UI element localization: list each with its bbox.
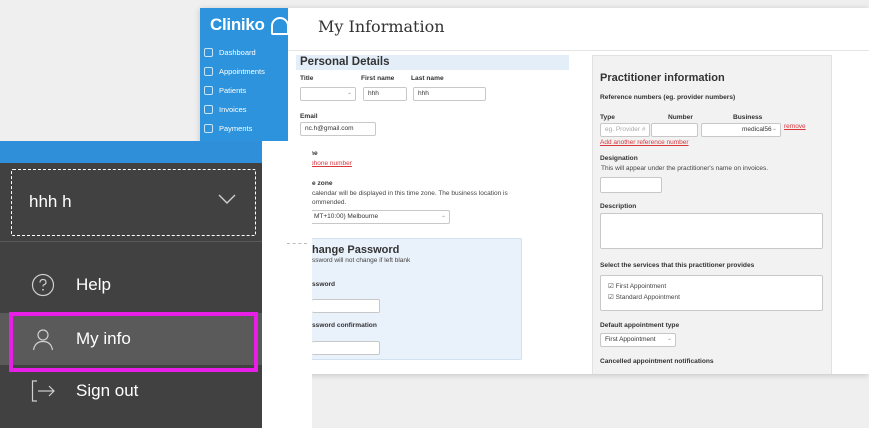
menu-item-help[interactable]: Help xyxy=(0,259,262,311)
chevron-down-icon xyxy=(218,194,236,204)
sidebar-item-appointments[interactable]: Appointments xyxy=(200,62,288,81)
menu-item-my-info[interactable]: My info xyxy=(0,313,262,365)
user-name: hhh h xyxy=(29,192,72,211)
page-title: My Information xyxy=(318,17,445,36)
timezone-select[interactable]: MT+10:00) Melbourne ⌃ xyxy=(310,210,450,224)
services-list: ☑ First Appointment ☑ Standard Appointme… xyxy=(600,275,823,311)
service-checkbox[interactable]: ☑ First Appointment xyxy=(608,282,666,290)
sidebar-item-invoices[interactable]: Invoices xyxy=(200,100,288,119)
invoice-icon xyxy=(204,105,213,114)
default-appointment-select[interactable]: First Appointment ⌃ xyxy=(600,333,676,347)
email-label: Email xyxy=(300,113,318,120)
password-confirm-label: ssword confirmation xyxy=(312,322,377,329)
service-label: First Appointment xyxy=(615,283,667,290)
timezone-label: e zone xyxy=(312,180,333,187)
select-caret-icon: ⌃ xyxy=(771,129,777,135)
logo-icon xyxy=(268,16,289,35)
user-menu-divider xyxy=(0,241,262,242)
sidebar-item-patients[interactable]: Patients xyxy=(200,81,288,100)
business-value: medical56 xyxy=(742,126,772,133)
logo[interactable]: Cliniko xyxy=(210,15,289,35)
business-select[interactable]: medical56 ⌃ xyxy=(701,123,781,137)
add-phone-link[interactable]: phone number xyxy=(310,160,352,167)
reference-type-input[interactable]: eg. Provider # xyxy=(600,123,650,137)
logo-text: Cliniko xyxy=(210,15,265,34)
timezone-help-2: ommended. xyxy=(312,199,347,206)
password-label: ssword xyxy=(312,281,336,288)
timezone-help: calendar will be displayed in this time … xyxy=(312,190,508,197)
description-textarea[interactable] xyxy=(600,213,823,249)
sidebar-item-label: Appointments xyxy=(219,67,265,76)
first-name-label: First name xyxy=(361,75,395,82)
user-menu-header-bar xyxy=(0,141,262,163)
connector-dash xyxy=(287,243,307,244)
title-select[interactable]: ⌃ xyxy=(300,87,356,101)
patients-icon xyxy=(204,86,213,95)
last-name-label: Last name xyxy=(411,75,444,82)
practitioner-title: Practitioner information xyxy=(600,72,725,84)
sidebar-item-payments[interactable]: Payments xyxy=(200,119,288,138)
help-circle-icon xyxy=(31,273,55,297)
cancelled-notifications-label: Cancelled appointment notifications xyxy=(600,358,714,365)
sign-out-icon xyxy=(31,380,55,402)
default-appointment-value: First Appointment xyxy=(605,336,656,343)
business-column-label: Business xyxy=(733,114,763,121)
timezone-value: MT+10:00) Melbourne xyxy=(314,213,379,220)
calendar-icon xyxy=(204,67,213,76)
type-column-label: Type xyxy=(600,114,615,121)
reference-label: Reference numbers (eg. provider numbers) xyxy=(600,94,736,101)
service-label: Standard Appointment xyxy=(615,294,680,301)
reference-number-input[interactable] xyxy=(651,123,698,137)
menu-item-label: My info xyxy=(76,329,131,348)
number-column-label: Number xyxy=(668,114,693,121)
remove-reference-link[interactable]: remove xyxy=(784,123,806,130)
designation-input[interactable] xyxy=(600,177,662,193)
user-icon xyxy=(32,329,54,351)
sidebar-item-label: Payments xyxy=(219,124,253,133)
header-divider xyxy=(288,50,869,51)
last-name-input[interactable]: hhh xyxy=(413,87,486,101)
select-caret-icon: ⌃ xyxy=(440,216,446,222)
service-checkbox[interactable]: ☑ Standard Appointment xyxy=(608,293,680,301)
sidebar-item-label: Invoices xyxy=(219,105,247,114)
personal-details-title: Personal Details xyxy=(300,56,390,68)
sidebar-item-label: Patients xyxy=(219,86,247,95)
select-caret-icon: ⌃ xyxy=(346,93,352,99)
title-label: Title xyxy=(300,75,314,82)
select-caret-icon: ⌃ xyxy=(666,339,672,345)
user-menu-popup: hhh h Help My info Sign out xyxy=(0,141,312,428)
email-input[interactable]: nc.h@gmail.com xyxy=(300,122,376,136)
payment-icon xyxy=(204,124,213,133)
menu-item-sign-out[interactable]: Sign out xyxy=(0,365,262,417)
password-hint: ssword will not change if left blank xyxy=(312,257,411,264)
dashboard-icon xyxy=(204,48,213,57)
sidebar-item-dashboard[interactable]: Dashboard xyxy=(200,43,288,62)
add-reference-link[interactable]: Add another reference number xyxy=(600,139,689,146)
services-label: Select the services that this practition… xyxy=(600,262,755,269)
first-name-input[interactable]: hhh xyxy=(363,87,407,101)
menu-item-label: Sign out xyxy=(76,381,139,400)
designation-help: This will appear under the practitioner'… xyxy=(601,165,769,172)
description-label: Description xyxy=(600,203,637,210)
menu-item-label: Help xyxy=(76,275,111,294)
designation-label: Designation xyxy=(600,155,638,162)
sidebar-item-label: Dashboard xyxy=(219,48,256,57)
password-confirm-input[interactable] xyxy=(312,341,380,355)
change-password-title: Change Password xyxy=(304,244,400,256)
password-input[interactable] xyxy=(312,299,380,313)
default-appointment-label: Default appointment type xyxy=(600,322,680,329)
